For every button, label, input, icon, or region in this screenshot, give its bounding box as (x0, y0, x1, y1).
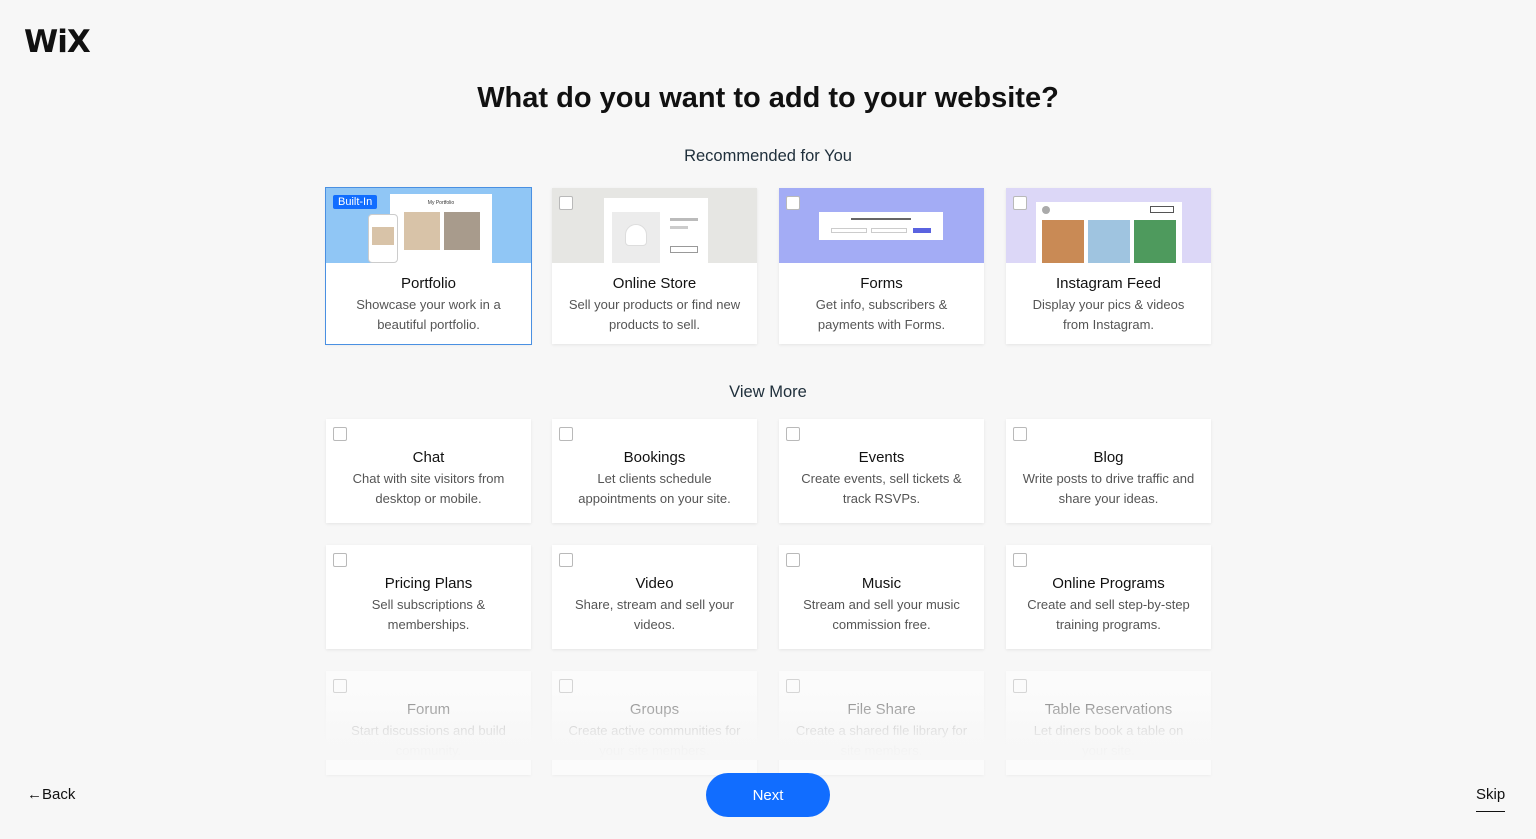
page-title: What do you want to add to your website? (477, 82, 1059, 114)
app-card-video[interactable]: Video Share, stream and sell your videos… (552, 545, 757, 649)
app-card-instagram-feed[interactable]: Instagram Feed Display your pics & video… (1006, 188, 1211, 344)
card-title: File Share (847, 701, 916, 718)
preview-image (1088, 220, 1130, 263)
select-checkbox[interactable] (559, 196, 573, 210)
chair-image (612, 212, 660, 263)
card-description: Chat with site visitors from desktop or … (352, 471, 505, 506)
app-card-groups[interactable]: Groups Create active communities for you… (552, 671, 757, 775)
card-description: Display your pics & videos from Instagra… (1032, 297, 1185, 332)
card-description: Let clients schedule appointments on you… (578, 471, 731, 506)
app-card-chat[interactable]: Chat Chat with site visitors from deskto… (326, 419, 531, 523)
follow-button (1150, 206, 1174, 213)
select-checkbox[interactable] (1013, 553, 1027, 567)
skip-link[interactable]: Skip (1476, 786, 1506, 812)
view-more-heading: View More (729, 383, 807, 401)
app-card-online-programs[interactable]: Online Programs Create and sell step-by-… (1006, 545, 1211, 649)
app-card-online-store[interactable]: Online Store Sell your products or find … (552, 188, 757, 344)
card-title: Forms (860, 275, 903, 292)
card-title: Online Programs (1052, 575, 1165, 592)
built-in-badge: Built-In (333, 195, 378, 209)
select-checkbox[interactable] (333, 679, 347, 693)
preview-text-line (851, 218, 911, 220)
next-button[interactable]: Next (706, 773, 830, 817)
card-description: Create active communities for your site … (568, 723, 741, 758)
portfolio-preview-page: My Portfolio (390, 194, 492, 263)
preview-image (1042, 220, 1084, 263)
app-card-portfolio[interactable]: Built-In My Portfolio Portfolio Showcase… (325, 187, 532, 345)
select-checkbox[interactable] (1013, 679, 1027, 693)
preview-image (444, 212, 480, 250)
card-description: Create and sell step-by-step training pr… (1027, 597, 1190, 632)
portfolio-thumbnail: Built-In My Portfolio (326, 188, 531, 263)
preview-title: My Portfolio (427, 200, 455, 206)
preview-image (372, 227, 394, 245)
select-checkbox[interactable] (333, 553, 347, 567)
online-store-thumbnail (552, 188, 757, 263)
card-title: Groups (629, 701, 680, 718)
app-card-forum[interactable]: Forum Start discussions and build commun… (326, 671, 531, 775)
card-title: Bookings (623, 449, 686, 466)
recommended-heading: Recommended for You (684, 147, 852, 165)
app-card-pricing-plans[interactable]: Pricing Plans Sell subscriptions & membe… (326, 545, 531, 649)
preview-button (913, 228, 931, 233)
card-description: Create events, sell tickets & track RSVP… (801, 471, 962, 506)
card-description: Sell subscriptions & memberships. (371, 597, 486, 632)
app-card-events[interactable]: Events Create events, sell tickets & tra… (779, 419, 984, 523)
card-title: Portfolio (400, 275, 457, 292)
card-title: Chat (412, 449, 445, 466)
select-checkbox[interactable] (786, 196, 800, 210)
card-title: Events (858, 449, 905, 466)
select-checkbox[interactable] (1013, 427, 1027, 441)
preview-input (871, 228, 907, 233)
card-description: Get info, subscribers & payments with Fo… (815, 297, 948, 332)
card-description: Let diners book a table on your site. (1033, 723, 1184, 758)
card-description: Showcase your work in a beautiful portfo… (356, 297, 501, 332)
card-title: Forum (406, 701, 451, 718)
card-description: Start discussions and build community. (351, 723, 506, 758)
select-checkbox[interactable] (559, 553, 573, 567)
card-description: Share, stream and sell your videos. (575, 597, 734, 632)
store-preview-page (604, 198, 708, 263)
select-checkbox[interactable] (786, 553, 800, 567)
preview-image (404, 212, 440, 250)
avatar (1042, 206, 1050, 214)
card-description: Write posts to drive traffic and share y… (1022, 471, 1195, 506)
card-title: Music (861, 575, 902, 592)
preview-image (1134, 220, 1176, 263)
preview-button (670, 246, 698, 253)
app-card-blog[interactable]: Blog Write posts to drive traffic and sh… (1006, 419, 1211, 523)
app-card-table-reservations[interactable]: Table Reservations Let diners book a tab… (1006, 671, 1211, 775)
app-card-music[interactable]: Music Stream and sell your music commiss… (779, 545, 984, 649)
chair-shape (625, 224, 647, 246)
card-description: Create a shared file library for site me… (795, 723, 968, 758)
app-card-forms[interactable]: Forms Get info, subscribers & payments w… (779, 188, 984, 344)
preview-text-line (670, 226, 688, 229)
select-checkbox[interactable] (786, 427, 800, 441)
select-checkbox[interactable] (786, 679, 800, 693)
select-checkbox[interactable] (559, 427, 573, 441)
instagram-thumbnail (1006, 188, 1211, 263)
card-title: Blog (1093, 449, 1124, 466)
instagram-preview (1036, 202, 1182, 263)
forms-thumbnail (779, 188, 984, 263)
card-title: Video (635, 575, 674, 592)
wix-logo: WiX (24, 24, 91, 60)
card-title: Instagram Feed (1055, 275, 1162, 292)
app-card-bookings[interactable]: Bookings Let clients schedule appointmen… (552, 419, 757, 523)
card-title: Table Reservations (1044, 701, 1173, 718)
preview-text-line (670, 218, 698, 221)
select-checkbox[interactable] (1013, 196, 1027, 210)
select-checkbox[interactable] (559, 679, 573, 693)
card-description: Sell your products or find new products … (568, 297, 741, 332)
card-description: Stream and sell your music commission fr… (803, 597, 960, 632)
card-title: Online Store (612, 275, 697, 292)
form-preview (819, 212, 943, 240)
phone-preview (368, 214, 398, 263)
preview-input (831, 228, 867, 233)
app-card-file-share[interactable]: File Share Create a shared file library … (779, 671, 984, 775)
back-link[interactable]: ←Back (27, 786, 75, 803)
card-title: Pricing Plans (384, 575, 473, 592)
select-checkbox[interactable] (333, 427, 347, 441)
